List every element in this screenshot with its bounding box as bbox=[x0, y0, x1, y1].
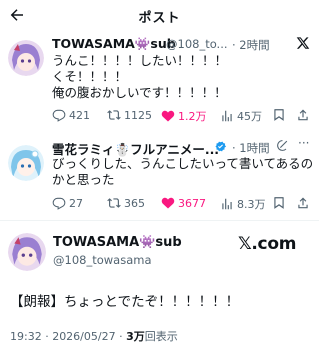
reply-count: 421 bbox=[69, 108, 90, 122]
avatar[interactable] bbox=[8, 233, 46, 271]
reply-count: 27 bbox=[69, 196, 83, 210]
repost-button[interactable]: 365 bbox=[107, 196, 145, 210]
author-handle[interactable]: @108_towasama bbox=[53, 253, 152, 267]
like-count: 1.2万 bbox=[178, 110, 207, 123]
post-time: · 1時間 bbox=[232, 141, 270, 155]
avatar[interactable] bbox=[8, 145, 44, 181]
share-icon[interactable] bbox=[296, 108, 310, 122]
views-button[interactable]: 45万 bbox=[220, 108, 262, 124]
reply-icon bbox=[52, 109, 66, 122]
views-chart-icon bbox=[222, 110, 232, 122]
view-count: 8.3万 bbox=[237, 198, 266, 211]
repost-count: 365 bbox=[124, 196, 145, 210]
views-chart-icon bbox=[222, 198, 232, 210]
view-count: 45万 bbox=[237, 110, 262, 123]
author-handle[interactable]: @108_to... bbox=[166, 37, 228, 51]
like-button[interactable]: 1.2万 bbox=[161, 108, 207, 124]
bookmark-icon[interactable] bbox=[272, 196, 286, 210]
top-bar: ポスト bbox=[0, 0, 319, 30]
repost-count: 1125 bbox=[124, 108, 152, 122]
like-button[interactable]: 3677 bbox=[161, 196, 206, 210]
reply-button[interactable]: 421 bbox=[52, 108, 90, 122]
reply-icon bbox=[52, 197, 66, 210]
views-button[interactable]: 8.3万 bbox=[220, 196, 266, 212]
reply-button[interactable]: 27 bbox=[52, 196, 83, 210]
verified-badge-icon bbox=[215, 141, 227, 152]
post-text: びっくりした、うんこしたいって書いてあるのかと思った bbox=[52, 156, 314, 187]
post-text: 【朗報】ちょっとでたぞ！！！！！！ bbox=[10, 294, 240, 310]
more-options-icon[interactable]: ··· bbox=[298, 136, 309, 150]
author-name[interactable]: TOWASAMA👾sub bbox=[53, 235, 182, 250]
heart-filled-icon bbox=[161, 110, 175, 122]
repost-button[interactable]: 1125 bbox=[107, 108, 152, 122]
repost-icon bbox=[107, 110, 121, 120]
repost-icon bbox=[107, 198, 121, 208]
author-name[interactable]: TOWASAMA👾sub bbox=[52, 36, 176, 52]
x-logo-icon bbox=[296, 37, 310, 49]
share-icon[interactable] bbox=[296, 196, 310, 210]
divider bbox=[0, 220, 319, 221]
post-timestamp: 19:32 · 2026/05/27 · 3万回表示 bbox=[10, 330, 178, 343]
bookmark-icon[interactable] bbox=[272, 108, 286, 122]
post-time: · 2時間 bbox=[232, 38, 270, 52]
grok-icon[interactable] bbox=[276, 139, 289, 152]
x-com-brand: 𝕏.com bbox=[238, 234, 297, 254]
view-count: 3万 bbox=[126, 330, 145, 343]
post-text: うんこ！！！！したい！！！！ くそ！！！！ 俺の腹おかしいです！！！！！ bbox=[52, 53, 228, 100]
like-count: 3677 bbox=[178, 196, 206, 210]
heart-filled-icon bbox=[161, 197, 175, 209]
avatar[interactable] bbox=[8, 40, 44, 76]
page-title: ポスト bbox=[138, 11, 181, 26]
